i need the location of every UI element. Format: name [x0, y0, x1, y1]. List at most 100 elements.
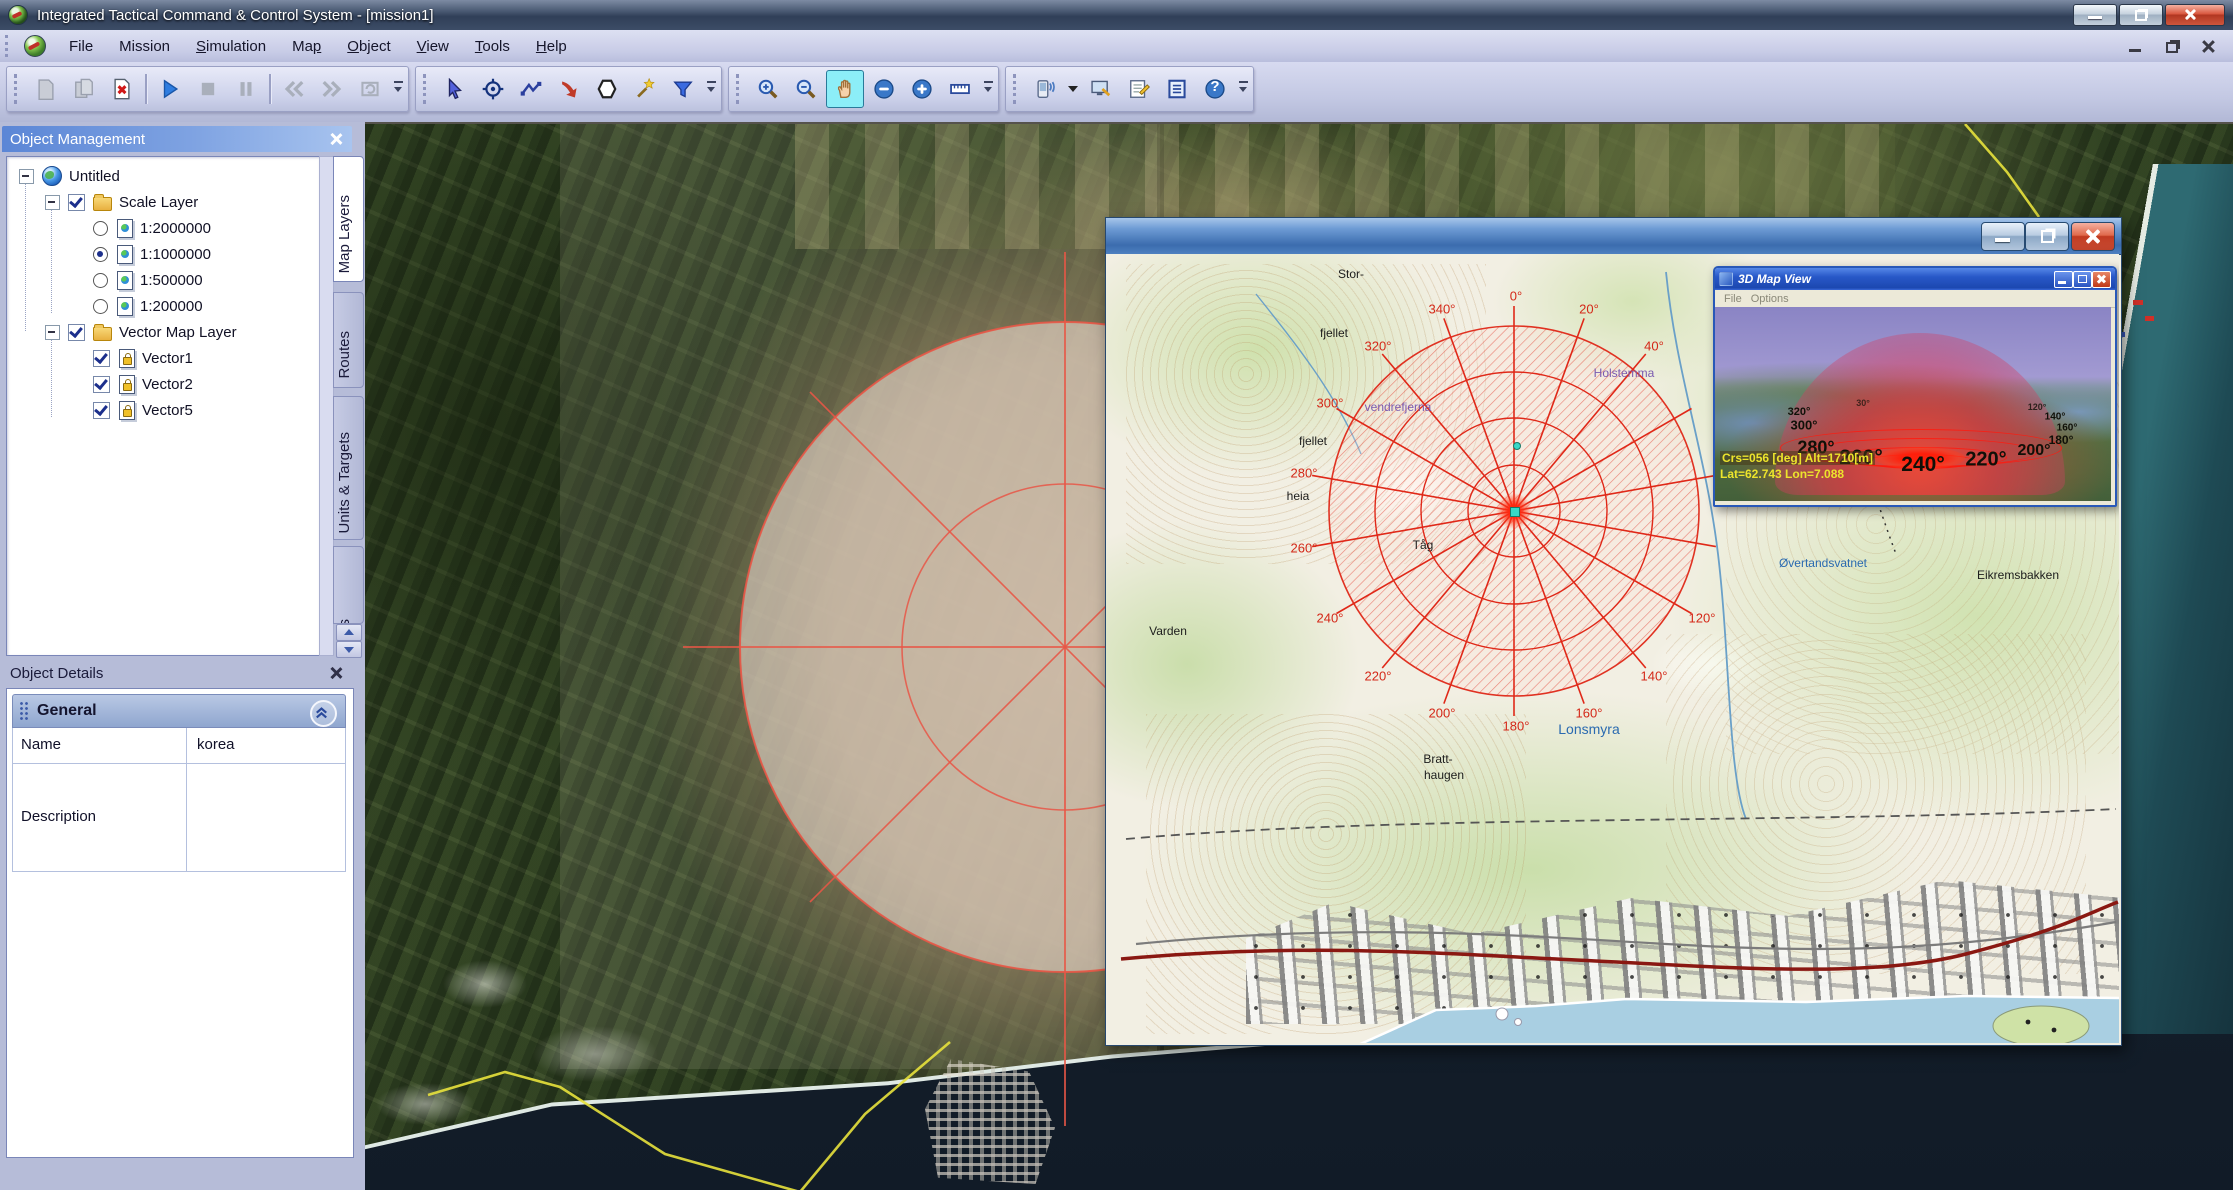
toolbar-grip[interactable] [736, 73, 743, 105]
tab-routes[interactable]: Routes [333, 292, 364, 388]
polyline-tool-button[interactable] [513, 71, 549, 107]
map-viewport[interactable]: 0° 20° 40° 120° 140° 160° 180° 200° 220°… [365, 122, 2233, 1190]
import-mission-button[interactable] [66, 71, 102, 107]
3d-terrain-view[interactable]: 30° 320° 300° 280° 260° 240° 220° 200° 1… [1715, 307, 2111, 501]
tree-row-untitled[interactable]: Untitled [19, 163, 120, 189]
tree-scrollbar[interactable] [319, 156, 334, 656]
object-management-header[interactable]: Object Management [2, 126, 352, 152]
tree-row-scale-500000[interactable]: 1:500000 [93, 267, 203, 293]
device-sync-button[interactable] [1027, 71, 1063, 107]
close-icon[interactable] [328, 665, 344, 681]
tree-row-vector-map-layer[interactable]: Vector Map Layer [45, 319, 237, 345]
close-button[interactable] [2165, 4, 2225, 26]
menu-map[interactable]: Map [279, 34, 334, 59]
step-back-button[interactable] [276, 71, 312, 107]
menu-tools[interactable]: Tools [462, 34, 523, 59]
zoom-out-button[interactable] [788, 71, 824, 107]
mdi-close-button[interactable] [2197, 36, 2219, 56]
pause-simulation-button[interactable] [228, 71, 264, 107]
toolbar-grip[interactable] [423, 73, 430, 105]
zoom-decrease-button[interactable] [866, 71, 902, 107]
mdi-minimize-button[interactable] [2125, 36, 2147, 56]
menu-options[interactable]: Options [1751, 293, 1789, 305]
tab-map-layers[interactable]: Map Layers [333, 156, 364, 282]
radio-off[interactable] [93, 220, 108, 236]
toolbar-overflow-chevron[interactable] [981, 69, 996, 109]
restore-button[interactable] [2025, 222, 2069, 251]
toolbar-overflow-chevron[interactable] [704, 69, 719, 109]
collapse-section-button[interactable] [310, 700, 337, 727]
title-bar[interactable]: Integrated Tactical Command & Control Sy… [0, 0, 2233, 31]
center-marker[interactable] [1510, 507, 1520, 517]
measure-ruler-button[interactable] [942, 71, 978, 107]
radio-off[interactable] [93, 298, 108, 314]
restore-button[interactable] [2119, 4, 2163, 26]
filter-button[interactable] [665, 71, 701, 107]
checkbox-checked[interactable] [93, 349, 110, 367]
menu-file[interactable]: File [1724, 293, 1742, 305]
collapse-expander-icon[interactable] [19, 168, 34, 184]
menu-simulation[interactable]: Simulation [183, 34, 279, 59]
radio-on[interactable] [93, 246, 108, 262]
tab-units-targets[interactable]: Units & Targets [333, 396, 364, 540]
stop-simulation-button[interactable] [190, 71, 226, 107]
description-value[interactable] [187, 764, 345, 871]
topo-map-window[interactable]: 0° 20° 40° 120° 140° 160° 180° 200° 220°… [1105, 217, 2122, 1046]
toolbar-grip[interactable] [1013, 73, 1020, 105]
tree-row-scale-layer[interactable]: Scale Layer [45, 189, 198, 215]
tree-row-vector1[interactable]: Vector1 [93, 345, 193, 371]
step-forward-button[interactable] [314, 71, 350, 107]
3d-window-titlebar[interactable]: 3D Map View [1715, 268, 2115, 290]
radio-off[interactable] [93, 272, 108, 288]
toolbar-grip[interactable] [14, 73, 21, 105]
menubar-grip[interactable] [5, 34, 12, 58]
mdi-restore-button[interactable] [2161, 36, 2183, 56]
menu-object[interactable]: Object [334, 34, 403, 59]
magic-wand-button[interactable] [627, 71, 663, 107]
tab-scroll-up[interactable] [336, 624, 362, 641]
topo-window-titlebar[interactable] [1106, 218, 2121, 255]
name-value[interactable]: korea [187, 728, 345, 763]
edit-form-button[interactable] [1121, 71, 1157, 107]
tree-row-scale-1000000[interactable]: 1:1000000 [93, 241, 211, 267]
help-button[interactable]: ? [1197, 71, 1233, 107]
tab-scroll-down[interactable] [336, 641, 362, 658]
polygon-tool-button[interactable] [589, 71, 625, 107]
close-button[interactable] [2071, 222, 2115, 251]
close-icon[interactable] [328, 131, 344, 147]
device-sync-dropdown[interactable] [1068, 86, 1078, 92]
checkbox-checked[interactable] [68, 193, 85, 211]
maximize-button[interactable] [2073, 271, 2092, 288]
collapse-expander-icon[interactable] [45, 194, 60, 210]
menu-mission[interactable]: Mission [106, 34, 183, 59]
toolbar-overflow-chevron[interactable] [1236, 69, 1251, 109]
tree-row-vector5[interactable]: Vector5 [93, 397, 193, 423]
tree-row-scale-200000[interactable]: 1:200000 [93, 293, 203, 319]
screen-capture-button[interactable] [1083, 71, 1119, 107]
checkbox-checked[interactable] [93, 375, 110, 393]
minimize-button[interactable] [2073, 4, 2117, 26]
center-target-button[interactable] [475, 71, 511, 107]
tab-zones[interactable]: Zones [333, 546, 364, 624]
general-section-header[interactable]: General [12, 694, 346, 728]
collapse-expander-icon[interactable] [45, 324, 60, 340]
play-simulation-button[interactable] [152, 71, 188, 107]
object-tree[interactable]: Untitled Scale Layer 1:2000000 1:1000000 [6, 156, 320, 656]
north-marker[interactable] [1513, 442, 1521, 450]
toolbar-overflow-chevron[interactable] [391, 69, 406, 109]
new-mission-button[interactable] [28, 71, 64, 107]
checkbox-checked[interactable] [93, 401, 110, 419]
menu-file[interactable]: File [56, 34, 106, 59]
zoom-in-button[interactable] [750, 71, 786, 107]
replay-button[interactable] [352, 71, 388, 107]
topo-map-content[interactable]: 0° 20° 40° 120° 140° 160° 180° 200° 220°… [1106, 254, 2119, 1043]
checkbox-checked[interactable] [68, 323, 85, 341]
minimize-button[interactable] [1981, 222, 2025, 251]
close-button[interactable] [2092, 271, 2111, 288]
map-3d-window[interactable]: 3D Map View File Options 30° 320° 300° 2… [1713, 266, 2117, 507]
tree-row-vector2[interactable]: Vector2 [93, 371, 193, 397]
object-details-header[interactable]: Object Details [2, 660, 352, 686]
arrow-marker-button[interactable] [551, 71, 587, 107]
menu-view[interactable]: View [404, 34, 462, 59]
pan-hand-button[interactable] [826, 70, 864, 108]
